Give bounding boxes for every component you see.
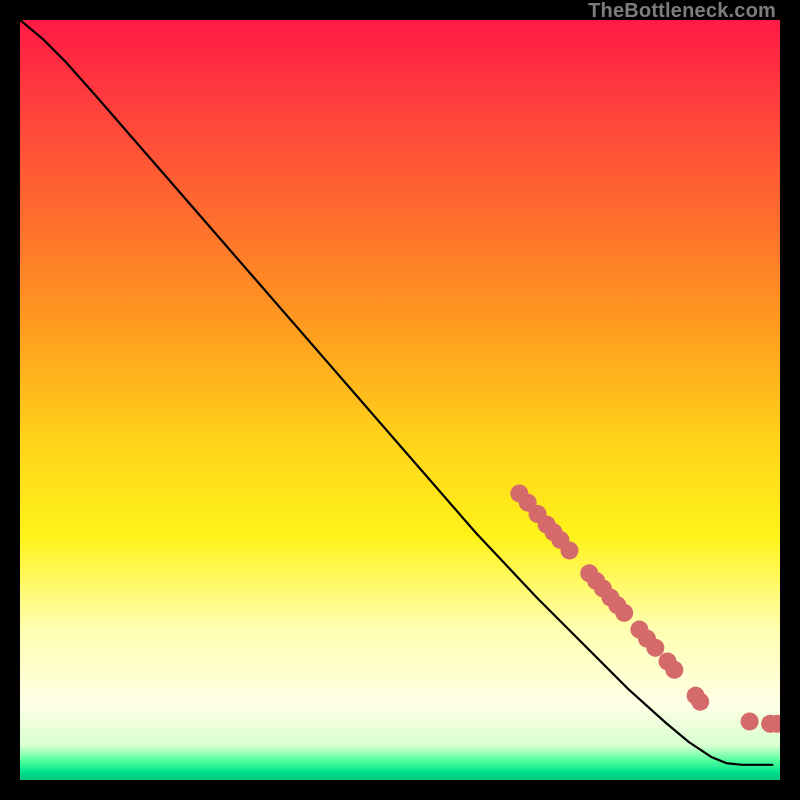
scatter-point [691, 693, 709, 711]
watermark-text: TheBottleneck.com [588, 0, 776, 23]
scatter-point [741, 712, 759, 730]
scatter-point [665, 661, 683, 679]
scatter-point [646, 639, 664, 657]
scatter-point [615, 604, 633, 622]
scatter-point [560, 541, 578, 559]
chart-svg [20, 20, 780, 780]
bottleneck-chart [20, 20, 780, 780]
